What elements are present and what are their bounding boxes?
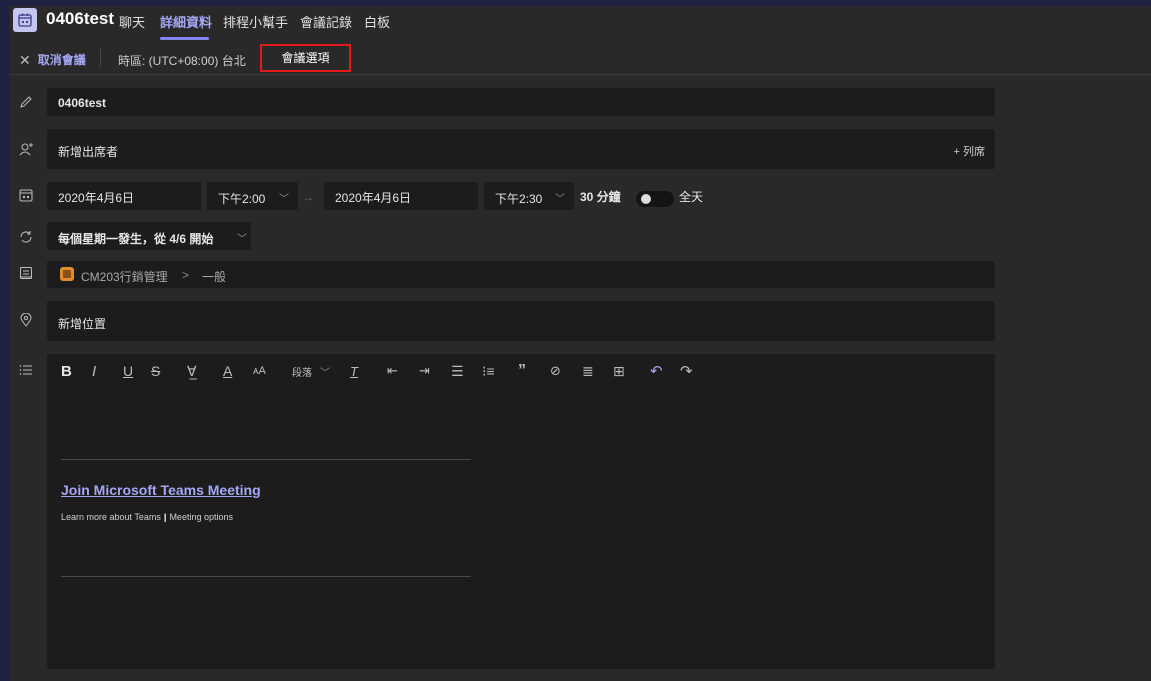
bullet-list-icon[interactable]: ☰ [451, 362, 464, 380]
close-icon: ✕ [19, 51, 31, 68]
italic-button[interactable]: I [92, 362, 96, 380]
divider [61, 459, 471, 460]
horizontal-rule-icon[interactable]: ≣ [582, 362, 594, 380]
start-date-value: 2020年4月6日 [58, 191, 135, 205]
meeting-description-editor[interactable]: B I U S ∀̲ A ᴀA 段落 ﹀ T ⇤ ⇥ ☰ ⁝≡ ” ⊘ ≣ ⊞ ↶… [47, 354, 995, 669]
location-icon [19, 312, 35, 329]
title-value: 0406test [58, 96, 107, 110]
join-teams-meeting-link[interactable]: Join Microsoft Teams Meeting [61, 482, 261, 498]
meeting-toolbar: ✕ 取消會議 時區: (UTC+08:00) 台北 會議選項 [9, 42, 1151, 75]
meeting-options-button[interactable]: 會議選項 [260, 44, 351, 72]
add-optional-attendee-link[interactable]: + 列席 [954, 143, 985, 159]
font-size-button[interactable]: ᴀA [253, 362, 266, 380]
tab-whiteboard[interactable]: 白板 [364, 12, 390, 31]
meeting-title: 0406test [46, 9, 115, 28]
quote-icon[interactable]: ” [518, 362, 526, 380]
attendees-input[interactable]: 新增出席者 + 列席 [47, 129, 995, 169]
list-icon [19, 363, 35, 379]
divider [100, 49, 101, 67]
divider [61, 576, 471, 577]
highlight-icon[interactable]: ∀̲ [187, 362, 197, 380]
chevron-down-icon: ﹀ [320, 367, 330, 379]
attendees-placeholder: 新增出席者 [58, 145, 119, 159]
all-day-label: 全天 [679, 190, 704, 204]
link-icon[interactable]: ⊘ [550, 362, 561, 380]
tab-chat[interactable]: 聊天 [119, 12, 145, 31]
pencil-icon [19, 95, 35, 111]
active-tab-indicator [160, 37, 209, 40]
indent-icon[interactable]: ⇥ [419, 362, 430, 380]
title-field[interactable]: 0406test [47, 88, 995, 116]
numbered-list-icon[interactable]: ⁝≡ [482, 362, 495, 380]
team-avatar [60, 267, 74, 281]
recurrence-value: 每個星期一發生，從 4/6 開始 [58, 232, 214, 246]
cancel-meeting-button[interactable]: ✕ 取消會議 [19, 51, 86, 68]
tab-details[interactable]: 詳細資料 [160, 12, 212, 31]
end-time-picker[interactable]: 下午2:30 ﹀ [484, 182, 574, 210]
table-icon[interactable]: ⊞ [613, 362, 625, 380]
bold-button[interactable]: B [61, 362, 72, 380]
separator: | [163, 512, 167, 522]
tab-scheduling-assistant[interactable]: 排程小幫手 [223, 12, 288, 31]
start-date-picker[interactable]: 2020年4月6日 [47, 182, 201, 210]
calendar-icon [13, 8, 37, 32]
undo-icon[interactable]: ↶ [650, 362, 663, 380]
redo-icon[interactable]: ↷ [680, 362, 693, 380]
underline-button[interactable]: U [123, 362, 133, 380]
meeting-options-link[interactable]: Meeting options [169, 512, 233, 522]
paragraph-dropdown[interactable]: 段落 ﹀ [292, 362, 330, 380]
arrow-right-icon: → [302, 190, 314, 204]
window-frame-left [0, 0, 9, 681]
repeat-icon [19, 230, 35, 246]
recurrence-dropdown[interactable]: 每個星期一發生，從 4/6 開始 ﹀ [47, 222, 251, 250]
channel-name: 一般 [202, 270, 227, 284]
duration-label: 30 分鐘 [580, 190, 621, 204]
start-time-picker[interactable]: 下午2:00 ﹀ [207, 182, 298, 210]
paragraph-label: 段落 [292, 367, 312, 379]
outdent-icon[interactable]: ⇤ [387, 362, 398, 380]
end-date-value: 2020年4月6日 [335, 191, 412, 205]
channel-selector[interactable]: CM203行銷管理 > 一般 [47, 261, 995, 288]
tab-meeting-notes[interactable]: 會議記錄 [300, 12, 352, 31]
chevron-down-icon: ﹀ [279, 194, 289, 205]
chevron-down-icon: ﹀ [237, 234, 247, 245]
channel-icon [19, 266, 35, 282]
end-time-value: 下午2:30 [495, 192, 543, 206]
meeting-links-footer: Learn more about Teams | Meeting options [61, 512, 233, 522]
learn-more-link[interactable]: Learn more about Teams [61, 512, 161, 522]
location-placeholder: 新增位置 [58, 317, 107, 331]
channel-team-name: CM203行銷管理 [81, 270, 168, 284]
meeting-header: 0406test 聊天 詳細資料 排程小幫手 會議記錄 白板 [9, 6, 1151, 43]
location-input[interactable]: 新增位置 [47, 301, 995, 341]
calendar-row-icon [19, 188, 35, 204]
all-day-toggle[interactable] [636, 191, 674, 207]
font-color-button[interactable]: A [223, 362, 232, 380]
strikethrough-button[interactable]: S [151, 362, 160, 380]
meeting-details-app: 0406test 聊天 詳細資料 排程小幫手 會議記錄 白板 ✕ 取消會議 時區… [9, 6, 1151, 681]
chevron-down-icon: ﹀ [555, 194, 565, 205]
timezone-selector[interactable]: 時區: (UTC+08:00) 台北 [118, 52, 246, 69]
add-person-icon [19, 142, 35, 158]
clear-format-button[interactable]: T [350, 362, 358, 380]
chevron-right-icon: > [182, 268, 190, 282]
end-date-picker[interactable]: 2020年4月6日 [324, 182, 478, 210]
start-time-value: 下午2:00 [218, 192, 266, 206]
toggle-knob [641, 194, 651, 204]
cancel-meeting-label: 取消會議 [37, 53, 86, 67]
